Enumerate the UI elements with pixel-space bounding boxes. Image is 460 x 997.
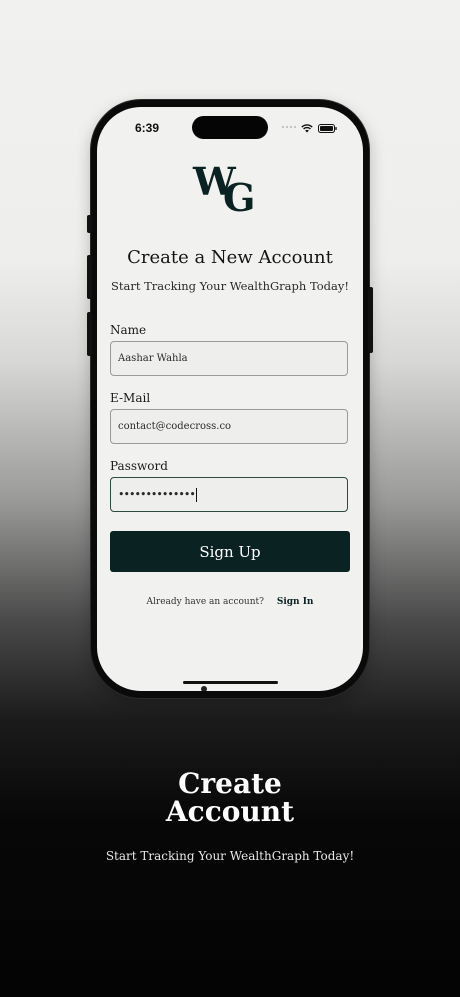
- sign-in-prompt: Already have an account? Sign In: [97, 597, 363, 607]
- name-label: Name: [110, 323, 147, 337]
- caption-title: Create Account: [0, 770, 460, 826]
- password-field[interactable]: ••••••••••••••: [110, 477, 348, 512]
- status-time: 6:39: [135, 121, 160, 135]
- page-title: Create a New Account: [127, 247, 333, 268]
- phone-mockup: 6:39 W G Create a New Account Start Trac…: [87, 100, 373, 698]
- page-subtitle: Start Tracking Your WealthGraph Today!: [111, 279, 349, 293]
- signal-icon: [282, 126, 296, 128]
- home-indicator[interactable]: [183, 681, 278, 684]
- wifi-icon: [301, 118, 313, 137]
- name-value: Aashar Wahla: [118, 353, 188, 364]
- phone-screen: 6:39 W G Create a New Account Start Trac…: [97, 107, 363, 691]
- status-icons: [282, 122, 337, 133]
- wealthgraph-logo: W G: [193, 159, 256, 220]
- volume-up-button: [87, 255, 92, 299]
- email-value: contact@codecross.co: [118, 421, 232, 432]
- battery-icon: [318, 118, 337, 137]
- volume-down-button: [87, 312, 92, 356]
- dynamic-island: [192, 116, 268, 139]
- password-value: ••••••••••••••: [118, 488, 196, 501]
- caption-subtitle: Start Tracking Your WealthGraph Today!: [105, 849, 355, 863]
- home-dot: [201, 686, 207, 691]
- caption-title-line2: Account: [165, 795, 295, 828]
- have-account-text: Already have an account?: [146, 597, 264, 607]
- power-button: [368, 287, 373, 353]
- email-field[interactable]: contact@codecross.co: [110, 409, 348, 444]
- sign-in-link[interactable]: Sign In: [277, 597, 314, 607]
- email-label: E-Mail: [110, 391, 151, 405]
- caption-title-line1: Create: [178, 767, 282, 800]
- sign-up-button[interactable]: Sign Up: [110, 531, 350, 572]
- password-label: Password: [110, 459, 168, 473]
- action-button: [87, 215, 92, 233]
- text-caret: [195, 487, 197, 502]
- name-field[interactable]: Aashar Wahla: [110, 341, 348, 376]
